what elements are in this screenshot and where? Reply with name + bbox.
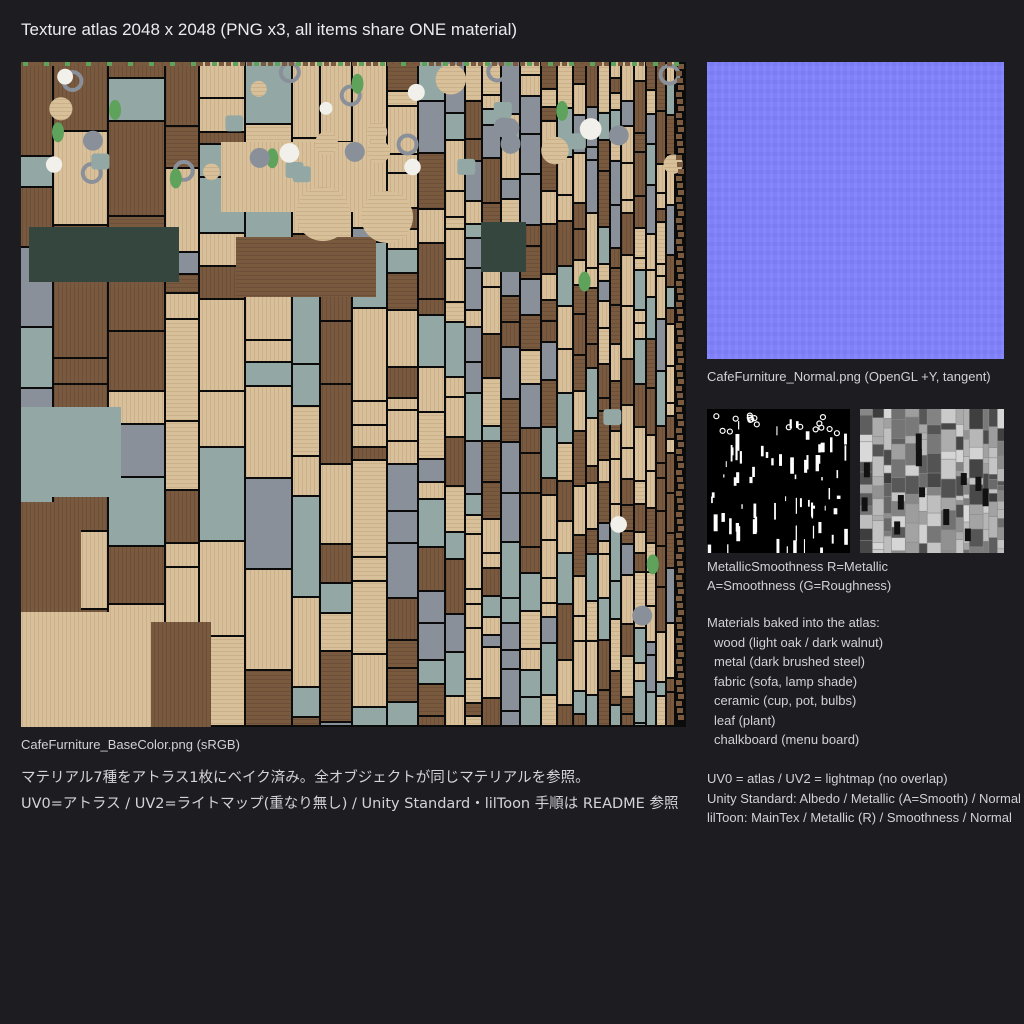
metallic-map-image xyxy=(707,409,850,553)
metallic-smoothness-caption-2: A=Smoothness (G=Roughness) xyxy=(707,578,892,593)
liltoon-line: lilToon: MainTex / Metallic (R) / Smooth… xyxy=(707,810,1012,825)
material-item-wood: wood (light oak / dark walnut) xyxy=(714,634,884,650)
base-color-atlas-image xyxy=(21,62,686,727)
material-item-chalkboard: chalkboard (menu board) xyxy=(714,732,860,747)
uv-info-line: UV0 = atlas / UV2 = lightmap (no overlap… xyxy=(707,771,948,786)
japanese-note-line-2: UV0=アトラス / UV2=ライトマップ(重なり無し) / Unity Sta… xyxy=(21,796,679,812)
materials-heading: Materials baked into the atlas: xyxy=(707,615,880,630)
material-item-ceramic: ceramic (cup, pot, bulbs) xyxy=(714,693,857,708)
unity-standard-line: Unity Standard: Albedo / Metallic (A=Smo… xyxy=(707,790,1021,806)
material-item-fabric: fabric (sofa, lamp shade) xyxy=(714,673,858,689)
normal-map-image xyxy=(707,62,1004,359)
japanese-note-line-1: マテリアル7種をアトラス1枚にベイク済み。全オブジェクトが同じマテリアルを参照。 xyxy=(21,770,590,786)
smoothness-map-image xyxy=(860,409,1004,553)
material-item-metal: metal (dark brushed steel) xyxy=(714,654,866,669)
base-color-caption: CafeFurniture_BaseColor.png (sRGB) xyxy=(21,737,240,752)
material-item-leaf: leaf (plant) xyxy=(714,712,776,728)
materials-notes: Materials baked into the atlas: wood (li… xyxy=(707,613,1021,828)
normal-map-caption: CafeFurniture_Normal.png (OpenGL +Y, tan… xyxy=(707,369,991,384)
page-title: Texture atlas 2048 x 2048 (PNG x3, all i… xyxy=(21,20,518,39)
metallic-smoothness-caption-1: MetallicSmoothness R=Metallic xyxy=(707,559,888,574)
